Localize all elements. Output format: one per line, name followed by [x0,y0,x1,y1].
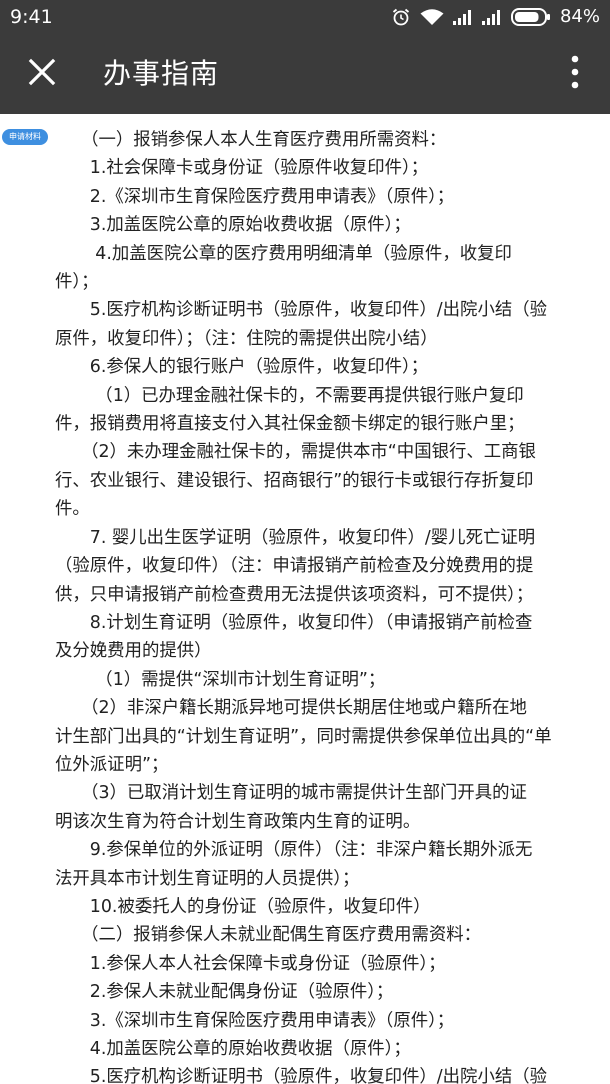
battery-percent: 84% [559,6,600,27]
alarm-icon [391,7,411,27]
text-line: （2）非深户籍长期派异地可提供长期居住地或户籍所在地 [55,698,527,719]
text-line: 2.参保人未就业配偶身份证（验原件）； [55,982,394,1003]
signal-icon [481,9,502,25]
text-line: 行、农业银行、建设银行、招商银行”的银行卡或银行存折复印 [55,470,534,491]
text-line: （2）未办理金融社保卡的，需提供本市“中国银行、工商银 [55,442,536,463]
text-line: 1.参保人本人社会保障卡或身份证（验原件）； [55,953,446,974]
text-line: 3.加盖医院公章的原始收费收据（原件）； [55,215,411,236]
page-title: 办事指南 [103,57,220,90]
close-icon [28,58,56,90]
text-line: 2.《深圳市生育保险医疗费用申请表》（原件）； [55,186,455,207]
text-line: 件）； [55,272,99,293]
text-line: 1.社会保障卡或身份证（验原件收复印件）； [55,158,429,179]
content-area[interactable]: 申请材料 （一）报销参保人本人生育医疗费用所需资料： 1.社会保障卡或身份证（验… [0,114,610,1084]
text-line: （二）报销参保人未就业配偶生育医疗费用需资料： [55,925,482,946]
text-line: （验原件，收复印件）（注：申请报销产前检查及分娩费用的提 [55,556,534,577]
text-line: 4.加盖医院公章的原始收费收据（原件）； [55,1039,411,1059]
text-line: （1）已办理金融社保卡的，不需要再提供银行账户复印 [55,385,524,406]
text-line: 5.医疗机构诊断证明书（验原件，收复印件）/出院小结（验 [55,1067,548,1084]
status-time: 9:41 [10,6,53,28]
text-line: 3.《深圳市生育保险医疗费用申请表》（原件）； [55,1010,455,1031]
text-line: （1）需提供“深圳市计划生育证明”； [55,669,386,690]
text-line: 件，报销费用将直接支付入其社保金额卡绑定的银行账户里； [55,414,525,435]
guide-text: （一）报销参保人本人生育医疗费用所需资料： 1.社会保障卡或身份证（验原件收复印… [55,126,607,1084]
materials-badge: 申请材料 [2,129,48,145]
text-line: 件。 [55,499,90,520]
text-line: 4.加盖医院公章的医疗费用明细清单（验原件，收复印 [55,243,512,264]
more-vert-icon [571,55,579,93]
status-bar: 9:41 84% [0,0,610,34]
close-button[interactable] [14,46,70,102]
text-line: 法开具本市计划生育证明的人员提供）； [55,868,360,889]
text-line: 明该次生育为符合计划生育政策内生育的证明。 [55,811,421,832]
text-line: （一）报销参保人本人生育医疗费用所需资料： [55,130,447,150]
text-line: 计生部门出具的“计划生育证明”，同时需提供参保单位出具的“单 [55,726,552,747]
text-line: 7. 婴儿出生医学证明（验原件，收复印件）/婴儿死亡证明 [55,527,536,548]
text-line: 8.计划生育证明（验原件，收复印件）（申请报销产前检查 [55,612,533,633]
text-line: 10.被委托人的身份证（验原件，收复印件） [55,896,431,917]
battery-icon [510,8,551,26]
text-line: 供，只申请报销产前检查费用无法提供该项资料，可不提供）； [55,584,534,605]
signal-icon [452,9,473,25]
text-line: 5.医疗机构诊断证明书（验原件，收复印件）/出院小结（验 [55,300,548,321]
text-line: 6.参保人的银行账户（验原件，收复印件）； [55,357,429,378]
text-line: 9.参保单位的外派证明（原件）（注：非深户籍长期外派无 [55,840,533,861]
more-options-button[interactable] [560,46,590,102]
status-icons: 84% [391,4,600,30]
text-line: 原件，收复印件）；（注：住院的需提供出院小结） [55,328,438,349]
text-line: 位外派证明”； [55,754,169,775]
text-line: （3）已取消计划生育证明的城市需提供计生部门开具的证 [55,783,527,804]
wifi-icon [420,8,444,26]
text-line: 及分娩费用的提供） [55,641,212,662]
app-bar: 办事指南 [0,34,610,114]
